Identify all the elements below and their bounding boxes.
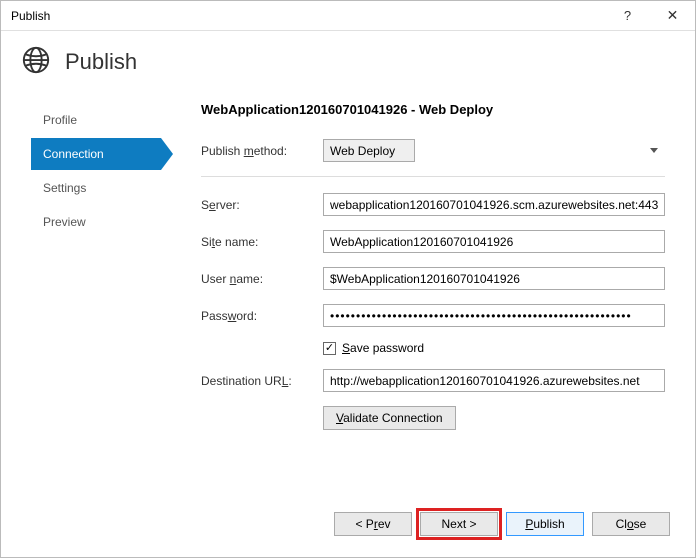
sidebar-item-label: Preview [43,215,86,229]
dialog-header: Publish [1,31,695,98]
help-button[interactable]: ? [605,1,650,31]
destination-url-label: Destination URL: [201,374,323,388]
wizard-footer: < Prev Next > Publish Close [308,502,696,546]
sidebar-item-label: Profile [43,113,77,127]
destination-url-input[interactable] [323,369,665,392]
titlebar: Publish ? ✕ [1,1,695,31]
sidebar-item-label: Connection [43,147,104,161]
sidebar-item-connection[interactable]: Connection [31,138,161,170]
publish-button[interactable]: Publish [506,512,584,536]
user-name-label: User name: [201,272,323,286]
next-button[interactable]: Next > [420,512,498,536]
site-name-label: Site name: [201,235,323,249]
password-label: Password: [201,309,323,323]
publish-method-label: Publish method: [201,144,323,158]
wizard-sidebar: Profile Connection Settings Preview [1,98,171,430]
profile-title: WebApplication120160701041926 - Web Depl… [201,102,665,117]
save-password-checkbox[interactable]: ✓ [323,342,336,355]
user-name-input[interactable] [323,267,665,290]
divider [201,176,665,177]
sidebar-item-label: Settings [43,181,86,195]
close-window-button[interactable]: ✕ [650,1,695,31]
sidebar-item-preview[interactable]: Preview [31,206,171,238]
close-button[interactable]: Close [592,512,670,536]
publish-method-select[interactable]: Web Deploy [323,139,415,162]
globe-icon [21,45,51,78]
site-name-input[interactable] [323,230,665,253]
password-input[interactable] [323,304,665,327]
save-password-label: Save password [342,341,424,355]
sidebar-item-profile[interactable]: Profile [31,104,171,136]
sidebar-item-settings[interactable]: Settings [31,172,171,204]
window-title: Publish [11,9,605,23]
validate-connection-button[interactable]: Validate Connection [323,406,456,430]
prev-button[interactable]: < Prev [334,512,412,536]
page-title: Publish [65,49,137,75]
server-input[interactable] [323,193,665,216]
main-panel: WebApplication120160701041926 - Web Depl… [171,98,695,430]
server-label: Server: [201,198,323,212]
